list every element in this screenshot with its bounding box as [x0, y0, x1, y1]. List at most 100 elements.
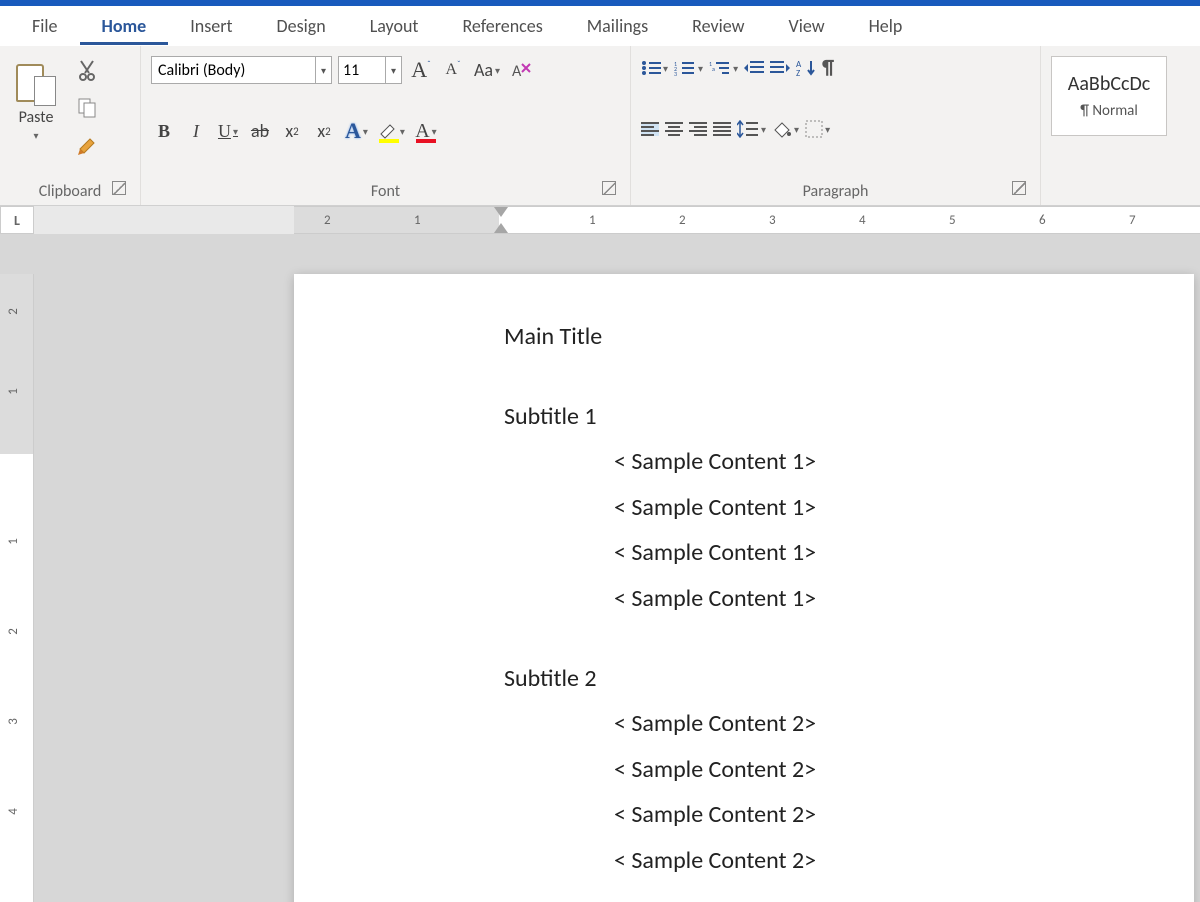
- font-color-swatch: [416, 139, 436, 143]
- font-name-dropdown[interactable]: ▾: [316, 56, 332, 84]
- align-center-icon: [665, 122, 683, 136]
- vertical-ruler[interactable]: 2 1 1 2 3 4: [0, 274, 34, 902]
- superscript-button[interactable]: x2: [311, 117, 337, 145]
- tab-file[interactable]: File: [10, 7, 80, 45]
- tab-insert[interactable]: Insert: [168, 7, 254, 45]
- doc-content-line[interactable]: < Sample Content 2>: [504, 838, 1194, 884]
- highlight-button[interactable]: ▾: [376, 117, 407, 145]
- style-normal-button[interactable]: AaBbCcDc ¶ Normal: [1051, 56, 1167, 136]
- doc-content-line[interactable]: < Sample Content 2>: [504, 701, 1194, 747]
- tab-mailings[interactable]: Mailings: [565, 7, 670, 45]
- tab-references[interactable]: References: [440, 7, 564, 45]
- text-effects-icon: A: [345, 118, 361, 144]
- text-effects-button[interactable]: A▾: [343, 117, 370, 145]
- align-center-button[interactable]: [665, 122, 683, 136]
- align-right-icon: [689, 122, 707, 136]
- vruler-tick: 3: [6, 718, 21, 725]
- doc-subtitle[interactable]: Subtitle 1: [504, 394, 1194, 440]
- doc-subtitle[interactable]: Subtitle 2: [504, 656, 1194, 702]
- doc-title[interactable]: Main Title: [504, 314, 1194, 360]
- ruler-tick: 3: [769, 213, 776, 228]
- clipboard-dialog-launcher[interactable]: [112, 181, 126, 195]
- copy-button[interactable]: [74, 94, 100, 122]
- decrease-indent-button[interactable]: [744, 60, 764, 76]
- document-area[interactable]: Main Title Subtitle 1 < Sample Content 1…: [34, 234, 1200, 902]
- group-font-label: Font: [371, 182, 400, 201]
- doc-content-line[interactable]: < Sample Content 1>: [504, 485, 1194, 531]
- underline-button[interactable]: U▾: [215, 117, 241, 145]
- ruler-tick: 1: [414, 213, 421, 228]
- bullets-icon: [641, 60, 661, 76]
- highlight-color-swatch: [379, 139, 399, 143]
- align-justify-button[interactable]: [713, 122, 731, 136]
- align-left-button[interactable]: [641, 122, 659, 136]
- doc-content-line[interactable]: < Sample Content 2>: [504, 792, 1194, 838]
- doc-content-line[interactable]: < Sample Content 1>: [504, 439, 1194, 485]
- tab-review[interactable]: Review: [670, 7, 766, 45]
- vruler-tick: 2: [6, 308, 21, 315]
- doc-content-line[interactable]: < Sample Content 1>: [504, 576, 1194, 622]
- vruler-tick: 2: [6, 628, 21, 635]
- vruler-margin-shade: [0, 274, 33, 454]
- svg-text:3: 3: [674, 70, 677, 76]
- vruler-tick: 4: [6, 808, 21, 815]
- paintbrush-icon: [76, 135, 98, 157]
- svg-text:Z: Z: [796, 68, 800, 77]
- font-name-input[interactable]: [151, 56, 316, 84]
- tab-selector[interactable]: L: [0, 206, 34, 234]
- line-spacing-icon: [737, 120, 759, 138]
- horizontal-ruler[interactable]: 2 1 1 2 3 4 5 6 7 8: [294, 206, 1200, 234]
- borders-icon: [805, 120, 823, 138]
- group-clipboard: Paste ▾ Clipboard: [0, 46, 140, 205]
- align-right-button[interactable]: [689, 122, 707, 136]
- font-color-button[interactable]: A ▾: [413, 117, 439, 145]
- font-dialog-launcher[interactable]: [602, 181, 616, 195]
- tab-design[interactable]: Design: [255, 7, 348, 45]
- numbering-icon: 123: [674, 60, 696, 76]
- font-size-input[interactable]: [338, 56, 386, 84]
- tab-layout[interactable]: Layout: [348, 7, 441, 45]
- align-left-icon: [641, 122, 659, 136]
- ruler-tick: 1: [589, 213, 596, 228]
- clear-formatting-button[interactable]: A: [508, 56, 534, 84]
- doc-content-line[interactable]: < Sample Content 2>: [504, 747, 1194, 793]
- subscript-button[interactable]: x2: [279, 117, 305, 145]
- format-painter-button[interactable]: [74, 132, 100, 160]
- ruler-tick: 7: [1129, 213, 1136, 228]
- bullets-button[interactable]: ▾: [641, 60, 668, 76]
- paste-button[interactable]: Paste ▾: [10, 56, 62, 144]
- change-case-button[interactable]: Aa▾: [472, 56, 502, 84]
- ruler-tick: 2: [679, 213, 686, 228]
- page[interactable]: Main Title Subtitle 1 < Sample Content 1…: [294, 274, 1194, 902]
- ruler-tick: 5: [949, 213, 956, 228]
- grow-font-icon: A: [411, 57, 427, 83]
- change-case-icon: Aa: [474, 59, 493, 81]
- bold-button[interactable]: B: [151, 117, 177, 145]
- paragraph-dialog-launcher[interactable]: [1012, 181, 1026, 195]
- italic-button[interactable]: I: [183, 117, 209, 145]
- show-marks-button[interactable]: ¶: [822, 56, 834, 80]
- increase-indent-button[interactable]: [770, 60, 790, 76]
- sort-button[interactable]: AZ: [796, 59, 816, 77]
- cut-button[interactable]: [74, 56, 100, 84]
- shading-button[interactable]: ▾: [772, 120, 799, 138]
- doc-content-line[interactable]: < Sample Content 1>: [504, 530, 1194, 576]
- highlighter-icon: [378, 122, 398, 140]
- font-size-dropdown[interactable]: ▾: [386, 56, 402, 84]
- shrink-font-button[interactable]: Aˇ: [440, 56, 466, 84]
- tab-home[interactable]: Home: [80, 7, 169, 45]
- multilevel-icon: 1a: [709, 60, 731, 76]
- tab-help[interactable]: Help: [847, 7, 925, 45]
- chevron-down-icon: ▾: [33, 129, 38, 142]
- numbering-button[interactable]: 123▾: [674, 60, 703, 76]
- grow-font-button[interactable]: Aˆ: [408, 56, 434, 84]
- borders-button[interactable]: ▾: [805, 120, 830, 138]
- line-spacing-button[interactable]: ▾: [737, 120, 766, 138]
- tab-view[interactable]: View: [767, 7, 847, 45]
- shrink-font-icon: A: [445, 61, 457, 79]
- vruler-tick: 1: [6, 538, 21, 545]
- strikethrough-button[interactable]: ab: [247, 117, 273, 145]
- ruler-tick: 2: [324, 213, 331, 228]
- vruler-tick: 1: [6, 388, 21, 395]
- multilevel-list-button[interactable]: 1a▾: [709, 60, 738, 76]
